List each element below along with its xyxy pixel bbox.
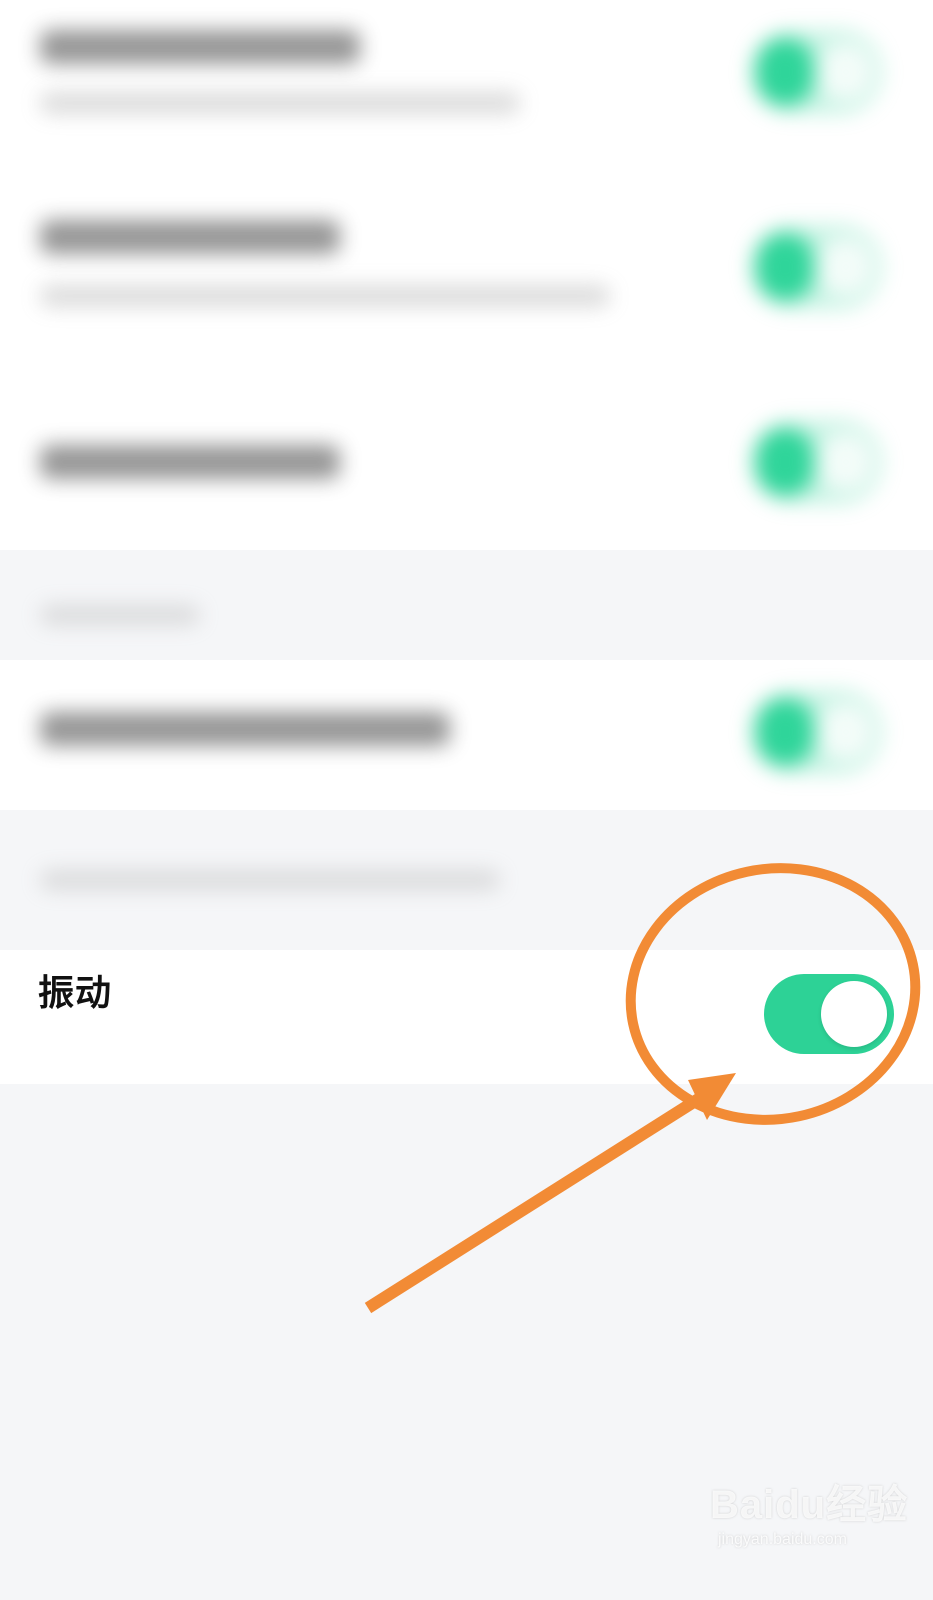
watermark-logo: Baidu经验 xyxy=(710,1483,909,1527)
blurred-setting-row xyxy=(0,370,933,550)
blurred-subtitle xyxy=(40,285,610,307)
blurred-section-header xyxy=(40,605,200,625)
blurred-section-description xyxy=(40,870,500,890)
annotation-arrow-shaft xyxy=(364,1092,704,1314)
blurred-title xyxy=(40,220,340,254)
blurred-toggle[interactable] xyxy=(750,30,882,114)
section-separator xyxy=(0,550,933,660)
blurred-title xyxy=(40,445,340,479)
blurred-setting-row xyxy=(0,180,933,370)
vibration-label: 振动 xyxy=(38,973,113,1014)
toggle-knob xyxy=(821,981,887,1047)
blurred-toggle[interactable] xyxy=(750,690,882,774)
blurred-settings-list xyxy=(0,0,933,950)
blurred-title xyxy=(40,30,360,64)
watermark-url: jingyan.baidu.com xyxy=(718,1531,847,1548)
vibration-toggle[interactable] xyxy=(764,974,894,1054)
blurred-toggle[interactable] xyxy=(750,420,882,504)
blurred-toggle[interactable] xyxy=(750,225,882,309)
blurred-setting-row xyxy=(0,660,933,810)
section-separator xyxy=(0,810,933,950)
baidu-watermark: Baidu经验 jingyan.baidu.com xyxy=(710,1485,908,1549)
blurred-title xyxy=(40,712,450,746)
blurred-subtitle xyxy=(40,92,520,114)
blurred-setting-row xyxy=(0,0,933,180)
